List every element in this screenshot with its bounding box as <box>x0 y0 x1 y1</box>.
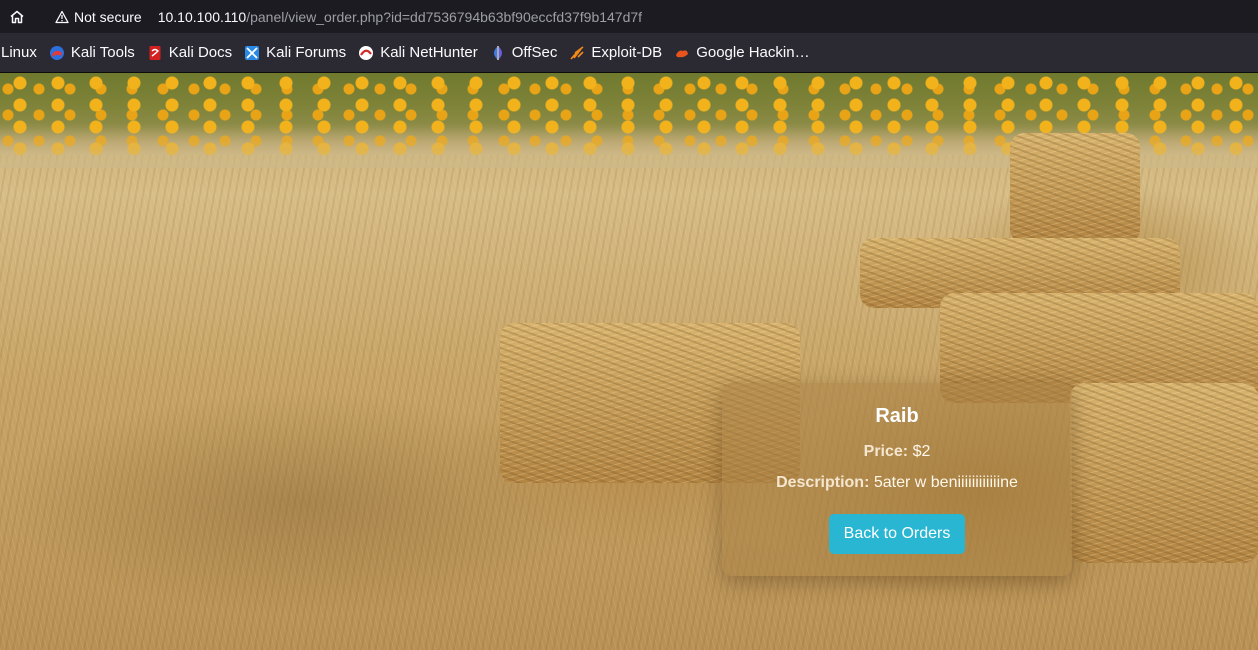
bookmark-kali-nethunter[interactable]: Kali NetHunter <box>352 39 484 67</box>
url-host: 10.10.100.110 <box>157 8 247 25</box>
bookmark-kali-tools[interactable]: Kali Tools <box>43 39 141 67</box>
security-label: Not secure <box>74 8 142 25</box>
address-field[interactable]: 10.10.100.110/panel/view_order.php?id=dd… <box>158 9 642 25</box>
exploit-db-icon <box>570 45 584 60</box>
url-path: /panel/view_order.php?id=dd7536794b63bf9… <box>246 8 643 25</box>
bookmark-label: OffSec <box>511 44 558 61</box>
bookmark-exploit-db[interactable]: Exploit-DB <box>563 39 668 67</box>
price-label: Price: <box>863 443 909 460</box>
google-hacking-icon <box>676 49 689 57</box>
bookmark-label: Kali Forums <box>266 44 347 61</box>
order-name: Raib <box>875 405 919 427</box>
bookmarks-toolbar: Linux Kali Tools Kali Docs Kali Forums K… <box>0 33 1258 73</box>
bookmark-google-hacking[interactable]: Google Hackin… <box>668 39 815 67</box>
offsec-icon <box>493 45 502 60</box>
bookmark-label: Kali Tools <box>70 44 135 61</box>
bookmark-label: Exploit-DB <box>591 44 663 61</box>
description-label: Description: <box>776 474 870 491</box>
bookmark-label: Kali Docs <box>168 44 233 61</box>
bookmark-label: Google Hackin… <box>696 44 810 61</box>
kali-docs-icon <box>149 45 161 60</box>
order-card: Raib Price: $2 Description: 5ater w beni… <box>722 383 1072 576</box>
hay-bale <box>1070 383 1258 563</box>
bookmark-kali-docs[interactable]: Kali Docs <box>141 39 238 67</box>
browser-urlbar: Not secure 10.10.100.110/panel/view_orde… <box>0 0 1258 33</box>
home-button[interactable] <box>3 3 31 31</box>
order-description: Description: 5ater w beniiiiiiiiiiiine <box>722 474 1072 492</box>
price-value: $2 <box>912 443 931 460</box>
kali-nethunter-icon <box>359 45 374 60</box>
warning-icon <box>55 10 69 23</box>
bookmark-offsec[interactable]: OffSec <box>484 39 564 67</box>
home-icon <box>10 10 24 23</box>
bookmark-kali-forums[interactable]: Kali Forums <box>238 39 352 67</box>
bookmark-label: Linux <box>1 44 37 61</box>
kali-forums-icon <box>245 45 260 60</box>
order-price: Price: $2 <box>722 443 1072 461</box>
kali-tools-icon <box>49 45 64 60</box>
description-value: 5ater w beniiiiiiiiiiiine <box>873 474 1018 491</box>
hay-bale <box>1010 133 1140 243</box>
page-background: Raib Price: $2 Description: 5ater w beni… <box>0 73 1258 650</box>
back-to-orders-button[interactable]: Back to Orders <box>828 514 966 554</box>
security-indicator[interactable]: Not secure <box>51 5 150 29</box>
bookmark-label: Kali NetHunter <box>380 44 478 61</box>
bookmark-linux[interactable]: Linux <box>0 39 43 67</box>
